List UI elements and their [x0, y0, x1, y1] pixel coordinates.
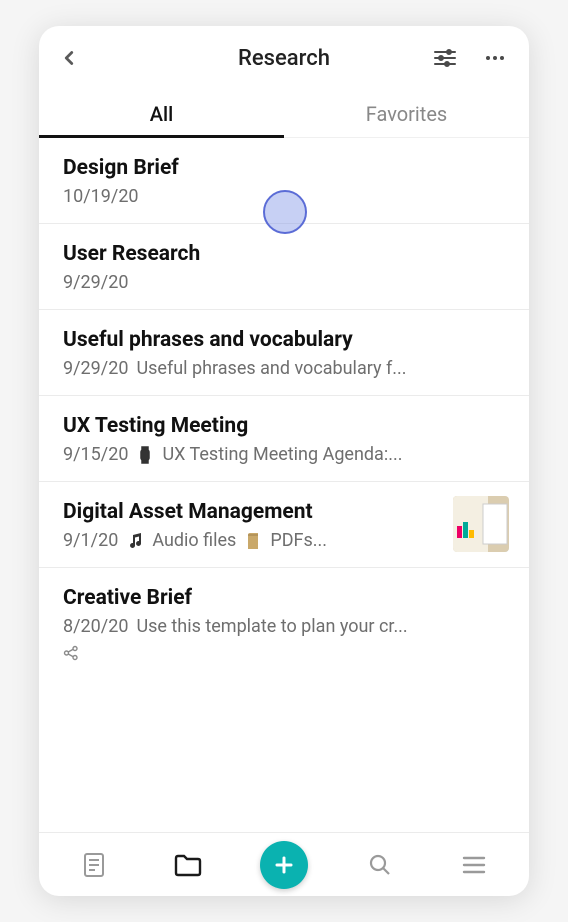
chevron-left-icon [58, 47, 80, 69]
item-date: 9/15/20 [63, 444, 128, 465]
item-subtitle: 9/1/20 Audio files PDFs... [63, 530, 505, 551]
list-item[interactable]: UX Testing Meeting 9/15/20 UX Testing Me… [39, 396, 529, 482]
item-title: Creative Brief [63, 586, 505, 610]
item-title: Design Brief [63, 156, 505, 180]
nav-folders[interactable] [166, 843, 210, 887]
sliders-icon [433, 48, 457, 68]
item-snippet: Use this template to plan your cr... [136, 616, 407, 637]
item-thumbnail [453, 496, 509, 552]
tabs: All Favorites [39, 90, 529, 138]
notes-list: Design Brief 10/19/20 User Research 9/29… [39, 138, 529, 832]
item-date: 10/19/20 [63, 186, 139, 207]
add-button[interactable] [260, 841, 308, 889]
list-item[interactable]: Digital Asset Management 9/1/20 Audio fi… [39, 482, 529, 568]
music-note-icon [126, 532, 144, 550]
item-title: User Research [63, 242, 505, 266]
item-snippet: Audio files [152, 530, 236, 551]
back-button[interactable] [51, 40, 87, 76]
folder-icon [173, 852, 203, 878]
list-item[interactable]: Useful phrases and vocabulary 9/29/20 Us… [39, 310, 529, 396]
share-indicator [63, 645, 505, 661]
attachment-icon [244, 532, 262, 550]
more-button[interactable] [479, 42, 511, 74]
item-title: Digital Asset Management [63, 500, 505, 524]
item-title: Useful phrases and vocabulary [63, 328, 505, 352]
search-icon [367, 852, 393, 878]
share-icon [63, 645, 79, 661]
list-item[interactable]: Creative Brief 8/20/20 Use this template… [39, 568, 529, 677]
item-subtitle: 9/29/20 [63, 272, 505, 293]
item-snippet-2: PDFs... [270, 530, 327, 551]
tab-favorites[interactable]: Favorites [284, 90, 529, 137]
filter-button[interactable] [429, 42, 461, 74]
item-date: 9/1/20 [63, 530, 118, 551]
list-item[interactable]: User Research 9/29/20 [39, 224, 529, 310]
item-snippet: UX Testing Meeting Agenda:... [162, 444, 402, 465]
item-subtitle: 10/19/20 [63, 186, 505, 207]
item-title: UX Testing Meeting [63, 414, 505, 438]
app-window: Research All Favorites Design Brief [39, 26, 529, 896]
nav-search[interactable] [358, 843, 402, 887]
item-date: 9/29/20 [63, 358, 128, 379]
menu-icon [461, 854, 487, 876]
tab-all[interactable]: All [39, 90, 284, 137]
plus-icon [272, 853, 296, 877]
top-bar: Research [39, 26, 529, 90]
item-date: 8/20/20 [63, 616, 128, 637]
top-right-actions [429, 42, 517, 74]
item-subtitle: 8/20/20 Use this template to plan your c… [63, 616, 505, 637]
note-icon [81, 851, 107, 879]
nav-notes[interactable] [72, 843, 116, 887]
item-subtitle: 9/15/20 UX Testing Meeting Agenda:... [63, 444, 505, 465]
item-snippet: Useful phrases and vocabulary f... [136, 358, 406, 379]
list-item[interactable]: Design Brief 10/19/20 [39, 138, 529, 224]
item-subtitle: 9/29/20 Useful phrases and vocabulary f.… [63, 358, 505, 379]
item-date: 9/29/20 [63, 272, 128, 293]
watch-icon [136, 446, 154, 464]
tab-label: All [150, 102, 173, 126]
nav-menu[interactable] [452, 843, 496, 887]
bottom-bar [39, 832, 529, 896]
tab-label: Favorites [366, 102, 448, 126]
dots-horizontal-icon [483, 46, 507, 70]
